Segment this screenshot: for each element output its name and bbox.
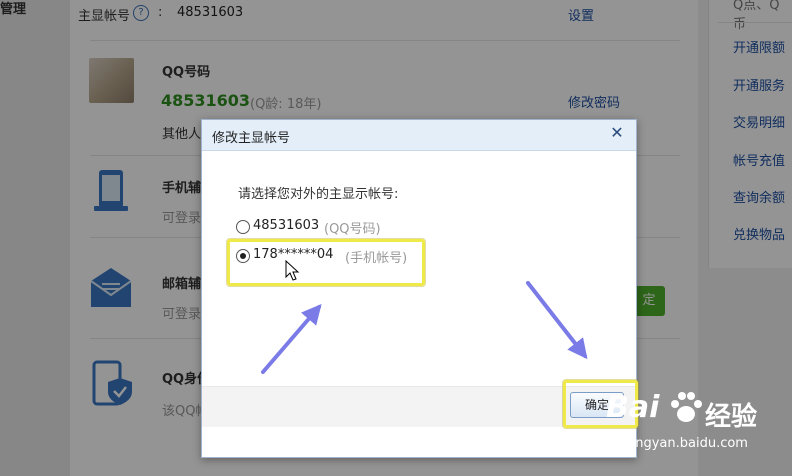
watermark-url: jingyan.baidu.com	[628, 436, 748, 451]
watermark: Bai 经验 jingyan.baidu.com	[606, 388, 786, 470]
watermark-brand-right: 经验	[705, 402, 758, 432]
arrow-to-confirm	[526, 281, 588, 360]
paw-icon	[671, 392, 702, 422]
arrow-to-option	[261, 303, 322, 374]
watermark-brand-left: Bai	[606, 390, 660, 425]
